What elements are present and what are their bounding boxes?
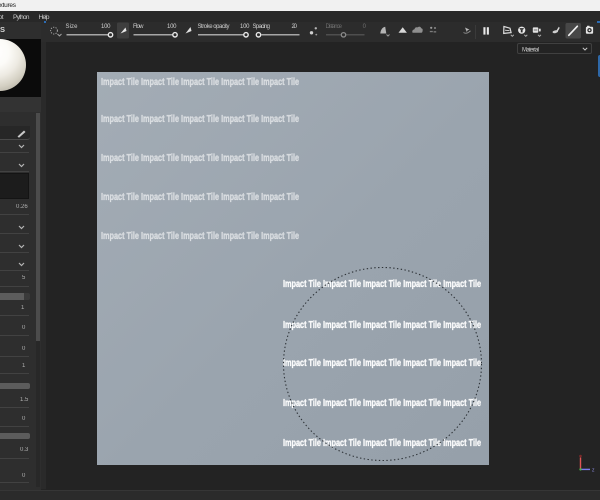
- svg-text:Help: Help: [39, 13, 50, 20]
- svg-text:xtures: xtures: [0, 2, 17, 9]
- svg-text:z: z: [592, 468, 595, 474]
- svg-text:Python: Python: [13, 13, 30, 20]
- svg-text:Material: Material: [522, 47, 539, 53]
- svg-text:100: 100: [167, 24, 177, 30]
- svg-text:Stroke opacity: Stroke opacity: [198, 24, 230, 30]
- svg-text:20: 20: [292, 24, 298, 30]
- svg-text:100: 100: [101, 24, 111, 30]
- svg-text:Distance: Distance: [326, 24, 343, 30]
- svg-text:100: 100: [240, 24, 250, 30]
- svg-text:Spacing: Spacing: [253, 24, 271, 30]
- svg-text:Flow: Flow: [133, 24, 144, 30]
- svg-text:0: 0: [363, 24, 367, 30]
- svg-text:ot: ot: [0, 13, 4, 20]
- svg-text:Size: Size: [66, 24, 79, 30]
